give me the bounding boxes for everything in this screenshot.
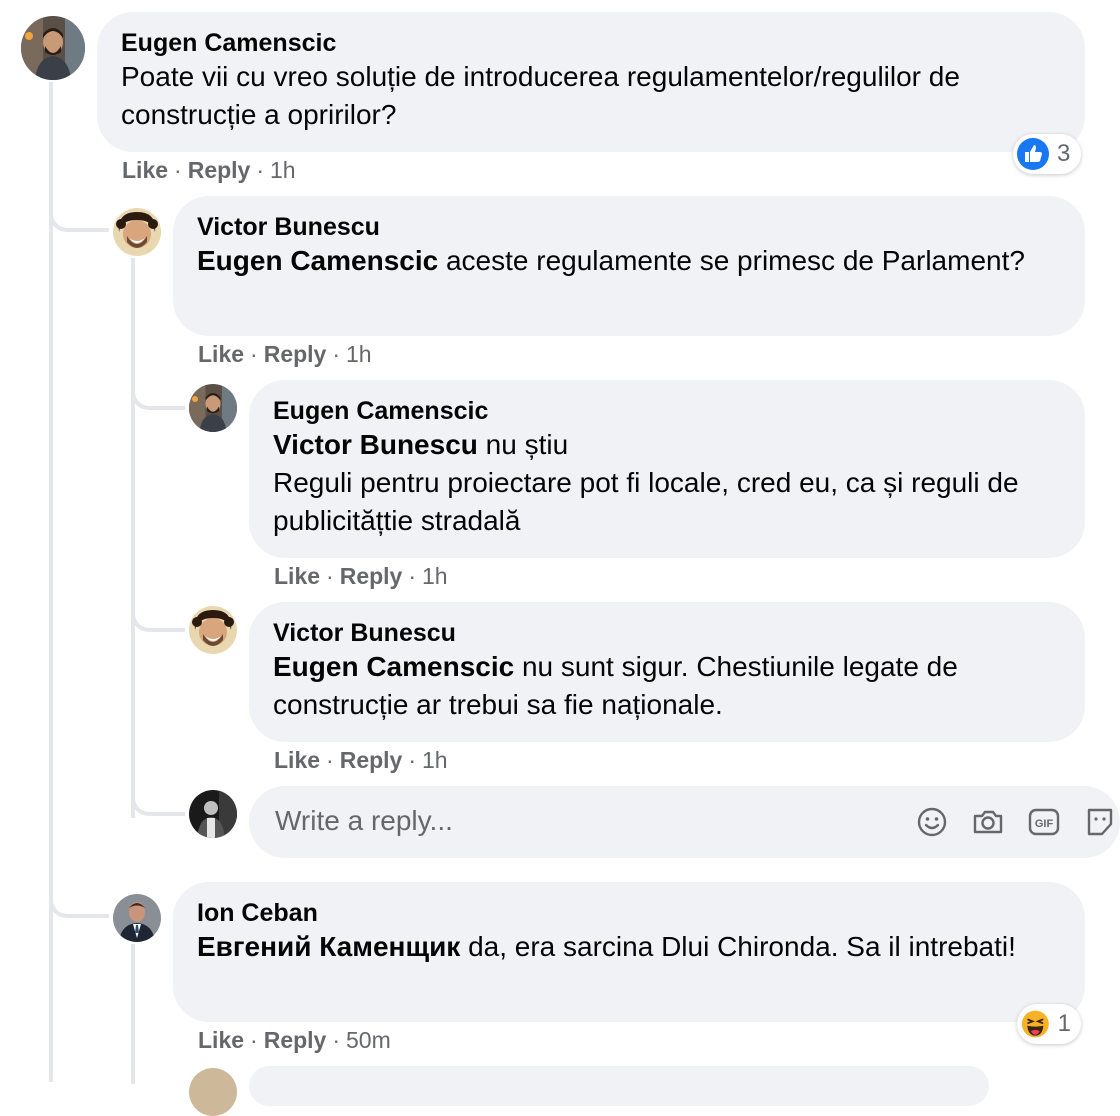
gif-icon[interactable]: GIF xyxy=(1027,805,1061,839)
mention-link[interactable]: Eugen Camenscic xyxy=(197,245,438,276)
reply-bubble: Victor Bunescu Eugen Camenscic nu sunt s… xyxy=(249,602,1085,742)
like-button[interactable]: Like xyxy=(122,157,168,183)
reaction-summary[interactable]: 3 xyxy=(1013,134,1081,174)
reply-button[interactable]: Reply xyxy=(188,157,251,183)
avatar-victor-bunescu[interactable] xyxy=(113,208,161,256)
avatar-current-user[interactable] xyxy=(189,790,237,838)
comment-author[interactable]: Eugen Camenscic xyxy=(121,28,1061,58)
reply-author[interactable]: Victor Bunescu xyxy=(273,618,1061,648)
thread-connector xyxy=(131,764,185,816)
reply-text: Eugen Camenscic aceste regulamente se pr… xyxy=(197,245,1025,276)
mention-link[interactable]: Евгений Каменщик xyxy=(197,931,460,962)
timestamp[interactable]: 50m xyxy=(346,1027,391,1053)
mention-link[interactable]: Victor Bunescu xyxy=(273,429,478,460)
reply-bubble: Ion Ceban Евгений Каменщик da, era sarci… xyxy=(173,882,1085,1022)
sticker-icon[interactable] xyxy=(1083,805,1117,839)
reply-composer: GIF xyxy=(249,786,1120,858)
like-icon xyxy=(1017,138,1049,170)
svg-text:GIF: GIF xyxy=(1035,818,1054,830)
comment-bubble: Eugen Camenscic Poate vii cu vreo soluți… xyxy=(97,12,1085,152)
avatar-victor-bunescu[interactable] xyxy=(189,606,237,654)
comment-actions: Like · Reply · 1h xyxy=(122,157,296,183)
reply-button[interactable]: Reply xyxy=(340,563,403,589)
reply-author[interactable]: Victor Bunescu xyxy=(197,212,1061,242)
reply-bubble-next xyxy=(249,1066,989,1106)
avatar-eugen-camenscic[interactable] xyxy=(21,16,85,80)
reply-actions: Like · Reply · 1h xyxy=(198,341,372,367)
reaction-summary[interactable]: 1 xyxy=(1017,1004,1081,1044)
avatar-ion-ceban[interactable] xyxy=(113,894,161,942)
avatar-next-reply[interactable] xyxy=(189,1068,237,1116)
reply-button[interactable]: Reply xyxy=(264,341,327,367)
thread-connector xyxy=(49,180,109,232)
reply-button[interactable]: Reply xyxy=(340,747,403,773)
thread-line-replies xyxy=(131,258,135,818)
haha-icon xyxy=(1021,1010,1049,1038)
reply-bubble: Victor Bunescu Eugen Camenscic aceste re… xyxy=(173,196,1085,336)
reply-actions: Like · Reply · 50m xyxy=(198,1027,391,1053)
comment-text: Poate vii cu vreo soluție de introducere… xyxy=(121,61,960,130)
timestamp[interactable]: 1h xyxy=(422,563,448,589)
camera-icon[interactable] xyxy=(971,805,1005,839)
timestamp[interactable]: 1h xyxy=(422,747,448,773)
reply-text: Eugen Camenscic nu sunt sigur. Chestiuni… xyxy=(273,651,958,720)
like-button[interactable]: Like xyxy=(274,563,320,589)
reply-input[interactable] xyxy=(273,804,837,838)
timestamp[interactable]: 1h xyxy=(346,341,372,367)
like-button[interactable]: Like xyxy=(198,1027,244,1053)
thread-connector xyxy=(131,360,185,410)
reply-text-line2: Reguli pentru proiectare pot fi locale, … xyxy=(273,467,1019,536)
reply-actions: Like · Reply · 1h xyxy=(274,747,448,773)
reply-bubble: Eugen Camenscic Victor Bunescu nu știu R… xyxy=(249,380,1085,558)
reply-button[interactable]: Reply xyxy=(264,1027,327,1053)
reply-text: Victor Bunescu nu știu xyxy=(273,429,569,460)
like-button[interactable]: Like xyxy=(274,747,320,773)
thread-line-main xyxy=(49,82,53,1082)
thread-connector xyxy=(49,864,109,918)
avatar-eugen-camenscic[interactable] xyxy=(189,384,237,432)
reply-author[interactable]: Ion Ceban xyxy=(197,898,1061,928)
reaction-count: 1 xyxy=(1057,1010,1071,1037)
thread-connector xyxy=(131,580,185,632)
emoji-icon[interactable] xyxy=(915,805,949,839)
timestamp[interactable]: 1h xyxy=(270,157,296,183)
thread-line-comment2 xyxy=(131,944,135,1084)
like-button[interactable]: Like xyxy=(198,341,244,367)
reaction-count: 3 xyxy=(1057,140,1071,167)
mention-link[interactable]: Eugen Camenscic xyxy=(273,651,514,682)
reply-actions: Like · Reply · 1h xyxy=(274,563,448,589)
reply-author[interactable]: Eugen Camenscic xyxy=(273,396,1061,426)
reply-text: Евгений Каменщик da, era sarcina Dlui Ch… xyxy=(197,931,1016,962)
